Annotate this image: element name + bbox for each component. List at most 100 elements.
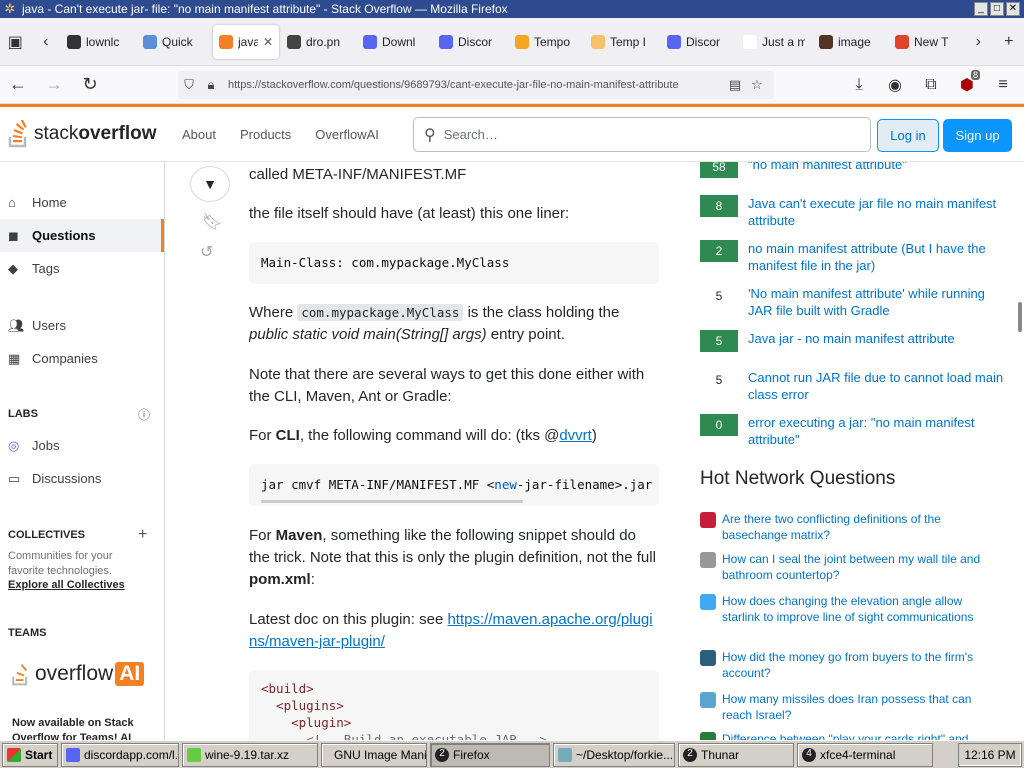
close-window-button[interactable]: ✕ bbox=[1006, 2, 1020, 16]
linked-question[interactable]: 0 error executing a jar: "no main manifes… bbox=[700, 414, 1005, 448]
browser-tab[interactable]: lownlc bbox=[61, 25, 135, 59]
linked-question-title[interactable]: Java can't execute jar file no main mani… bbox=[748, 195, 1005, 229]
taskbar-item-desktop[interactable]: ~/Desktop/forkie... bbox=[553, 742, 675, 767]
linked-question[interactable]: 8 Java can't execute jar file no main man… bbox=[700, 195, 1005, 229]
scrollbar-thumb[interactable] bbox=[1018, 302, 1022, 332]
search-input[interactable]: ⚲ Search… bbox=[413, 117, 871, 152]
code-scrollbar[interactable] bbox=[261, 500, 523, 503]
lock-icon[interactable]: 🔒︎ bbox=[200, 77, 222, 93]
page-scrollbar[interactable] bbox=[1016, 162, 1024, 740]
tab-scroll-right-icon[interactable]: › bbox=[963, 25, 994, 59]
taskbar-item-firefox[interactable]: 2 Firefox bbox=[430, 742, 550, 767]
tab-overview-icon[interactable]: ▣ bbox=[0, 25, 31, 59]
browser-tab[interactable]: Discor bbox=[433, 25, 507, 59]
linked-question-title[interactable]: no main manifest attribute (But I have t… bbox=[748, 240, 1005, 274]
browser-tab[interactable]: New T bbox=[889, 25, 963, 59]
sidebar-item-jobs[interactable]: ◎ Jobs bbox=[0, 429, 164, 462]
back-icon[interactable]: ← bbox=[0, 70, 36, 100]
user-link[interactable]: dvvrt bbox=[559, 427, 592, 444]
url-text[interactable]: https://stackoverflow.com/questions/9689… bbox=[228, 79, 724, 91]
tab-favicon-icon bbox=[143, 34, 157, 49]
reload-icon[interactable]: ↻ bbox=[72, 70, 108, 100]
browser-tab[interactable]: Just a mom bbox=[737, 25, 811, 59]
sidebar-item-questions[interactable]: ◼ Questions bbox=[0, 219, 164, 252]
code-block-pom[interactable]: <build> <plugins> <plugin> <!-- Build an… bbox=[249, 670, 659, 740]
hot-question[interactable]: How can I seal the joint between my wall… bbox=[700, 552, 1000, 583]
hot-question[interactable]: Difference between "play your cards righ… bbox=[700, 732, 1000, 740]
hot-question[interactable]: How many missiles does Iran possess that… bbox=[700, 692, 1000, 723]
taskbar-item-terminal[interactable]: 4 xfce4-terminal bbox=[797, 742, 933, 767]
taskbar-item-wine[interactable]: wine-9.19.tar.xz bbox=[182, 742, 318, 767]
info-icon[interactable]: ⓘ bbox=[138, 406, 150, 423]
browser-tab[interactable]: java ✕ bbox=[213, 24, 279, 59]
explore-collectives-link[interactable]: Explore all Collectives bbox=[8, 579, 125, 591]
minimize-button[interactable]: _ bbox=[974, 2, 988, 16]
login-button[interactable]: Log in bbox=[877, 119, 939, 152]
answer-paragraph: For Maven, something like the following … bbox=[249, 525, 659, 591]
browser-tab[interactable]: Quick bbox=[137, 25, 211, 59]
history-icon[interactable]: ↺ bbox=[200, 242, 213, 262]
account-icon[interactable]: ◉ bbox=[880, 70, 910, 100]
bold-text: CLI bbox=[275, 427, 300, 444]
tab-close-icon[interactable]: ✕ bbox=[263, 35, 273, 49]
maximize-button[interactable]: □ bbox=[990, 2, 1004, 16]
signup-button[interactable]: Sign up bbox=[943, 119, 1012, 152]
linked-question[interactable]: 2 no main manifest attribute (But I have … bbox=[700, 240, 1005, 274]
linked-question[interactable]: 5 'No main manifest attribute' while runn… bbox=[700, 285, 1005, 319]
bookmark-star-icon[interactable]: ☆ bbox=[746, 77, 768, 93]
code-block-manifest[interactable]: Main-Class: com.mypackage.MyClass bbox=[249, 242, 659, 284]
bookmark-icon[interactable]: 🔖︎ bbox=[202, 212, 222, 232]
sidebar-item-users[interactable]: 👥︎ Users bbox=[0, 309, 164, 342]
browser-tab[interactable]: Downl bbox=[357, 25, 431, 59]
tab-scroll-left-icon[interactable]: ‹ bbox=[31, 25, 62, 59]
linked-question-title[interactable]: "no main manifest attribute" bbox=[748, 162, 907, 173]
hot-question-title[interactable]: How can I seal the joint between my wall… bbox=[722, 552, 1000, 583]
shield-icon[interactable]: ⛉ bbox=[178, 77, 200, 93]
browser-tab[interactable]: Discor bbox=[661, 25, 735, 59]
taskbar-item-discord[interactable]: discordapp.com/l... bbox=[61, 742, 179, 767]
hot-question[interactable]: How did the money go from buyers to the … bbox=[700, 650, 1000, 681]
browser-tab[interactable]: dro.pn bbox=[281, 25, 355, 59]
taskbar-item-thunar[interactable]: 2 Thunar bbox=[678, 742, 794, 767]
start-button[interactable]: Start bbox=[2, 742, 58, 767]
sidebar-item-companies[interactable]: ▦ Companies bbox=[0, 342, 164, 375]
hot-question[interactable]: How does changing the elevation angle al… bbox=[700, 594, 1000, 625]
hot-question-title[interactable]: Difference between "play your cards righ… bbox=[722, 732, 968, 740]
hot-question-title[interactable]: Are there two conflicting definitions of… bbox=[722, 512, 1000, 543]
hot-question-title[interactable]: How does changing the elevation angle al… bbox=[722, 594, 1000, 625]
ublock-icon[interactable]: ⬢ 8 bbox=[952, 70, 982, 100]
linked-question-title[interactable]: Java jar - no main manifest attribute bbox=[748, 330, 955, 347]
new-tab-icon[interactable]: + bbox=[994, 25, 1024, 59]
linked-question-title[interactable]: Cannot run JAR file due to cannot load m… bbox=[748, 369, 1005, 403]
linked-question[interactable]: 58 "no main manifest attribute" bbox=[700, 162, 1005, 178]
nav-overflowai[interactable]: OverflowAI bbox=[303, 121, 391, 148]
taskbar-item-gimp[interactable]: GNU Image Mani... bbox=[321, 742, 427, 767]
add-collective-icon[interactable]: + bbox=[138, 526, 147, 544]
sidebar-item-home[interactable]: ⌂ Home bbox=[0, 186, 164, 219]
linked-question[interactable]: 5 Cannot run JAR file due to cannot load … bbox=[700, 369, 1005, 403]
sidebar-item-tags[interactable]: ◆ Tags bbox=[0, 252, 164, 285]
browser-tab[interactable]: image bbox=[813, 25, 887, 59]
site-icon bbox=[700, 692, 716, 708]
sidebar-label: Home bbox=[32, 195, 67, 210]
hot-question[interactable]: Are there two conflicting definitions of… bbox=[700, 512, 1000, 543]
linked-question[interactable]: 5 Java jar - no main manifest attribute bbox=[700, 330, 1005, 352]
reader-view-icon[interactable]: ▤ bbox=[724, 77, 746, 93]
hot-question-title[interactable]: How did the money go from buyers to the … bbox=[722, 650, 1000, 681]
linked-question-title[interactable]: 'No main manifest attribute' while runni… bbox=[748, 285, 1005, 319]
downvote-button[interactable]: ▼ bbox=[190, 166, 230, 202]
nav-about[interactable]: About bbox=[170, 121, 228, 148]
so-logo[interactable]: stack overflow bbox=[8, 120, 164, 148]
hot-question-title[interactable]: How many missiles does Iran possess that… bbox=[722, 692, 1000, 723]
browser-tab[interactable]: Temp I bbox=[585, 25, 659, 59]
thunar-count-icon: 2 bbox=[683, 747, 697, 762]
sidebar-item-discussions[interactable]: ▭ Discussions bbox=[0, 462, 164, 495]
linked-question-title[interactable]: error executing a jar: "no main manifest… bbox=[748, 414, 1005, 448]
forward-icon[interactable]: → bbox=[36, 70, 72, 100]
extensions-icon[interactable]: ⧉ bbox=[916, 70, 946, 100]
menu-icon[interactable]: ≡ bbox=[988, 70, 1018, 100]
browser-tab[interactable]: Tempo bbox=[509, 25, 583, 59]
nav-products[interactable]: Products bbox=[228, 121, 303, 148]
downloads-icon[interactable]: ⤓ bbox=[844, 70, 874, 100]
url-bar[interactable]: ⛉ 🔒︎ https://stackoverflow.com/questions… bbox=[178, 71, 774, 99]
